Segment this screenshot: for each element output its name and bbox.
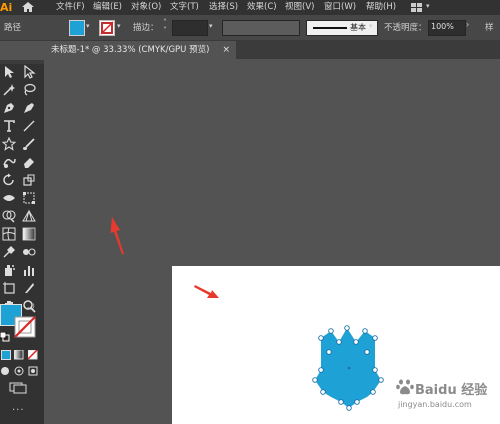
rotate-tool-icon[interactable] [2,173,16,187]
stroke-weight-label: 描边： [133,23,159,33]
lasso-tool-icon[interactable] [22,83,36,97]
default-fill-stroke-icon[interactable] [0,332,10,342]
line-segment-tool-icon[interactable] [22,119,36,133]
watermark-brand: Baidu 经验 [415,383,488,398]
tools-panel: ⤾ ... [0,60,44,424]
panel-grip[interactable] [0,60,44,64]
variable-width-profile[interactable] [222,20,300,36]
perspective-grid-tool-icon[interactable] [22,209,36,223]
selection-type-label: 路径 [4,23,22,33]
menu-select[interactable]: 选择(S) [209,0,238,15]
blend-tool-icon[interactable] [22,245,36,259]
gradient-mode-button[interactable] [14,350,24,360]
eraser-tool-icon[interactable] [22,155,36,169]
stroke-color-box[interactable] [14,316,36,338]
column-graph-tool-icon[interactable] [22,263,36,277]
document-tab[interactable]: 未标题-1* @ 33.33% (CMYK/GPU 预览) × [44,41,236,59]
workspace-dropdown-icon[interactable]: ▾ [426,2,430,10]
menu-window[interactable]: 窗口(W) [324,0,356,15]
menu-effect[interactable]: 效果(C) [247,0,277,15]
gradient-tool-icon[interactable] [22,227,36,241]
close-icon[interactable]: × [222,41,230,59]
baidu-paw-icon [396,379,414,395]
watermark-url: jingyan.baidu.com [398,400,472,409]
screen-mode-icon[interactable] [9,382,27,394]
menu-help[interactable]: 帮助(H) [366,0,396,15]
opacity-dropdown-icon[interactable]: › [466,20,469,29]
home-icon[interactable] [21,1,35,13]
vector-shape[interactable] [309,322,389,412]
stroke-swatch[interactable] [99,20,115,36]
stroke-weight-stepper[interactable]: ˄ ˅ [163,19,167,35]
stroke-weight-input[interactable] [172,20,208,36]
draw-inside-icon[interactable] [28,366,38,376]
scale-tool-icon[interactable] [22,173,36,187]
menu-type[interactable]: 文字(T) [170,0,199,15]
stroke-weight-dropdown-icon[interactable]: ▾ [209,22,217,30]
brush-name: 基本 [350,23,366,32]
menu-object[interactable]: 对象(O) [131,0,161,15]
annotation-arrow-corner [194,285,219,298]
brush-stroke-preview [313,27,347,29]
brush-dropdown-icon[interactable]: ▾ [369,22,377,30]
artboard-tool-icon[interactable] [2,281,16,295]
symbol-sprayer-tool-icon[interactable] [2,263,16,277]
shape-builder-tool-icon[interactable] [2,209,16,223]
edit-toolbar-button[interactable]: ... [12,402,25,413]
workspace-switcher-icon[interactable] [411,3,423,12]
menu-bar: Ai 文件(F) 编辑(E) 对象(O) 文字(T) 选择(S) 效果(C) 视… [0,0,500,15]
color-mode-button[interactable] [1,350,11,360]
draw-behind-icon[interactable] [14,366,24,376]
fill-dropdown-icon[interactable]: ▾ [86,22,94,30]
document-tab-bar: 未标题-1* @ 33.33% (CMYK/GPU 预览) × [44,41,500,59]
draw-normal-icon[interactable] [0,366,10,376]
fill-swatch[interactable] [69,20,85,36]
direct-selection-tool-icon[interactable] [22,65,36,79]
eyedropper-tool-icon[interactable] [2,245,16,259]
selection-tool-icon[interactable] [2,65,16,79]
no-stroke-icon [100,21,114,35]
paintbrush-tool-icon[interactable] [22,137,36,151]
document-tab-title: 未标题-1* @ 33.33% (CMYK/GPU 预览) [51,45,210,55]
shaper-tool-icon[interactable] [2,155,16,169]
opacity-label: 不透明度： [384,23,427,33]
curvature-tool-icon[interactable] [22,101,36,115]
style-label: 样 [485,23,494,33]
control-bar: 路径 ▾ ▾ 描边： ˄ ˅ ▾ 基本 ▾ 不透明度： 100% › 样 [0,15,500,41]
mesh-tool-icon[interactable] [2,227,16,241]
menu-file[interactable]: 文件(F) [56,0,85,15]
magic-wand-tool-icon[interactable] [2,83,16,97]
none-mode-button[interactable] [28,350,38,360]
star-tool-icon[interactable] [2,137,16,151]
free-transform-tool-icon[interactable] [22,191,36,205]
width-tool-icon[interactable] [2,191,16,205]
shape-center-point [347,366,351,370]
brush-definition[interactable]: 基本 [306,20,378,36]
annotation-arrow-up [110,217,124,255]
menu-edit[interactable]: 编辑(E) [93,0,122,15]
swap-fill-stroke-icon[interactable]: ⤾ [27,303,35,313]
type-tool-icon[interactable] [2,119,16,133]
app-logo: Ai [0,1,13,14]
slice-tool-icon[interactable] [22,281,36,295]
menu-view[interactable]: 视图(V) [285,0,314,15]
opacity-input[interactable]: 100% [428,20,466,36]
pen-tool-icon[interactable] [2,101,16,115]
stroke-dropdown-icon[interactable]: ▾ [117,22,125,30]
